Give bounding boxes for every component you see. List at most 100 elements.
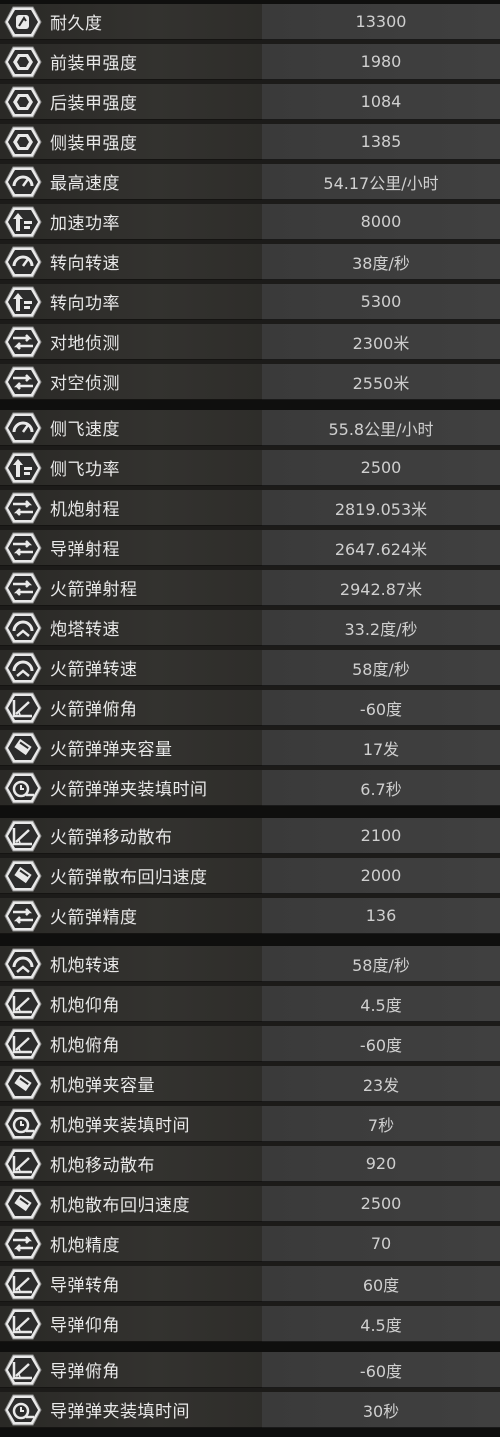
stat-label-cell: 机炮散布回归速度 — [0, 1186, 262, 1222]
stat-row: 侧飞功率 2500 — [0, 450, 500, 486]
stat-value: 2647.624米 — [334, 539, 428, 559]
stat-label-cell: 导弹射程 — [0, 530, 262, 566]
stat-value-cell: 23发 — [262, 1066, 500, 1102]
turret-speed-icon — [4, 612, 42, 644]
stat-label-cell: 侧装甲强度 — [0, 124, 262, 160]
stat-row: 转向功率 5300 — [0, 284, 500, 320]
stat-label: 机炮弹夹容量 — [50, 1076, 155, 1096]
stat-value-cell: 13300 — [262, 4, 500, 40]
stat-label-cell: 导弹俯角 — [0, 1352, 262, 1388]
stat-value-cell: 920 — [262, 1146, 500, 1182]
stat-label: 机炮弹夹装填时间 — [50, 1116, 190, 1136]
stat-label-cell: 火箭弹射程 — [0, 570, 262, 606]
stat-label-cell: 机炮俯角 — [0, 1026, 262, 1062]
stat-value-cell: 2100 — [262, 818, 500, 854]
stat-label: 机炮射程 — [50, 500, 120, 520]
stat-label-cell: 机炮弹夹容量 — [0, 1066, 262, 1102]
stat-label: 机炮转速 — [50, 956, 120, 976]
stat-value-cell: 2647.624米 — [262, 530, 500, 566]
stat-value-cell: 55.8公里/小时 — [262, 410, 500, 446]
stat-label: 前装甲强度 — [50, 54, 138, 74]
stat-value-cell: -60度 — [262, 690, 500, 726]
speedometer-icon — [4, 166, 42, 198]
stat-label: 转向转速 — [50, 254, 120, 274]
stat-value-cell: 2000 — [262, 858, 500, 894]
stat-row: 最高速度 54.17公里/小时 — [0, 164, 500, 200]
row-separator — [0, 934, 500, 946]
armor-icon — [4, 126, 42, 158]
stat-value: -60度 — [359, 699, 403, 719]
stat-label: 转向功率 — [50, 294, 120, 314]
row-separator — [0, 1428, 500, 1437]
stat-value-cell: 136 — [262, 898, 500, 934]
angle-icon — [4, 1148, 42, 1180]
stats-panel: 耐久度 13300 前装甲强度 1980 后装甲强度 1084 侧装甲强度 1385 最高速度 5… — [0, 0, 500, 1437]
stat-value: -60度 — [359, 1035, 403, 1055]
stat-label: 火箭弹精度 — [50, 908, 138, 928]
reload-icon — [4, 772, 42, 804]
stat-row: 后装甲强度 1084 — [0, 84, 500, 120]
stat-value: 2500 — [360, 1194, 402, 1213]
stat-label: 火箭弹弹夹装填时间 — [50, 780, 208, 800]
stat-value: 55.8公里/小时 — [328, 419, 434, 439]
stat-row: 机炮散布回归速度 2500 — [0, 1186, 500, 1222]
stat-label: 火箭弹移动散布 — [50, 828, 173, 848]
stat-value-cell: 2942.87米 — [262, 570, 500, 606]
stat-row: 火箭弹散布回归速度 2000 — [0, 858, 500, 894]
row-separator — [0, 806, 500, 818]
speedometer-icon — [4, 412, 42, 444]
stat-label: 最高速度 — [50, 174, 120, 194]
speedometer-icon — [4, 246, 42, 278]
stat-label: 导弹射程 — [50, 540, 120, 560]
stat-row: 火箭弹弹夹装填时间 6.7秒 — [0, 770, 500, 806]
stat-label: 后装甲强度 — [50, 94, 138, 114]
magazine-icon — [4, 1188, 42, 1220]
stat-value-cell: 1385 — [262, 124, 500, 160]
stat-label: 对空侦测 — [50, 374, 120, 394]
stat-row: 导弹俯角 -60度 — [0, 1352, 500, 1388]
stat-value: 2819.053米 — [334, 499, 428, 519]
stat-label-cell: 机炮移动散布 — [0, 1146, 262, 1182]
stat-label-cell: 对空侦测 — [0, 364, 262, 400]
range-icon — [4, 366, 42, 398]
range-icon — [4, 900, 42, 932]
angle-icon — [4, 1354, 42, 1386]
stat-value-cell: 2819.053米 — [262, 490, 500, 526]
stat-label-cell: 火箭弹散布回归速度 — [0, 858, 262, 894]
stat-row: 机炮射程 2819.053米 — [0, 490, 500, 526]
stat-label: 机炮移动散布 — [50, 1156, 155, 1176]
stat-row: 导弹射程 2647.624米 — [0, 530, 500, 566]
stat-value-cell: 4.5度 — [262, 986, 500, 1022]
angle-icon — [4, 820, 42, 852]
stat-value: -60度 — [359, 1361, 403, 1381]
row-separator — [0, 1342, 500, 1352]
stat-value-cell: 4.5度 — [262, 1306, 500, 1342]
stat-label-cell: 最高速度 — [0, 164, 262, 200]
stat-row: 耐久度 13300 — [0, 4, 500, 40]
stat-row: 火箭弹移动散布 2100 — [0, 818, 500, 854]
stat-label-cell: 后装甲强度 — [0, 84, 262, 120]
stat-label-cell: 机炮弹夹装填时间 — [0, 1106, 262, 1142]
stat-label: 火箭弹射程 — [50, 580, 138, 600]
stat-value: 136 — [365, 906, 397, 925]
stat-row: 机炮转速 58度/秒 — [0, 946, 500, 982]
stat-row: 加速功率 8000 — [0, 204, 500, 240]
stat-value: 920 — [365, 1154, 397, 1173]
reload-icon — [4, 1394, 42, 1426]
stat-value: 38度/秒 — [352, 253, 410, 273]
stat-row: 炮塔转速 33.2度/秒 — [0, 610, 500, 646]
stat-value: 4.5度 — [360, 1315, 402, 1335]
stat-label-cell: 侧飞速度 — [0, 410, 262, 446]
stat-label-cell: 机炮射程 — [0, 490, 262, 526]
stat-value-cell: 5300 — [262, 284, 500, 320]
stat-value: 13300 — [355, 12, 407, 31]
stat-value-cell: 6.7秒 — [262, 770, 500, 806]
range-icon — [4, 326, 42, 358]
stat-value-cell: 2550米 — [262, 364, 500, 400]
stat-value-cell: 58度/秒 — [262, 946, 500, 982]
stat-label-cell: 耐久度 — [0, 4, 262, 40]
stat-row: 机炮弹夹装填时间 7秒 — [0, 1106, 500, 1142]
reload-icon — [4, 1108, 42, 1140]
range-icon — [4, 532, 42, 564]
stat-value: 1084 — [360, 92, 402, 111]
